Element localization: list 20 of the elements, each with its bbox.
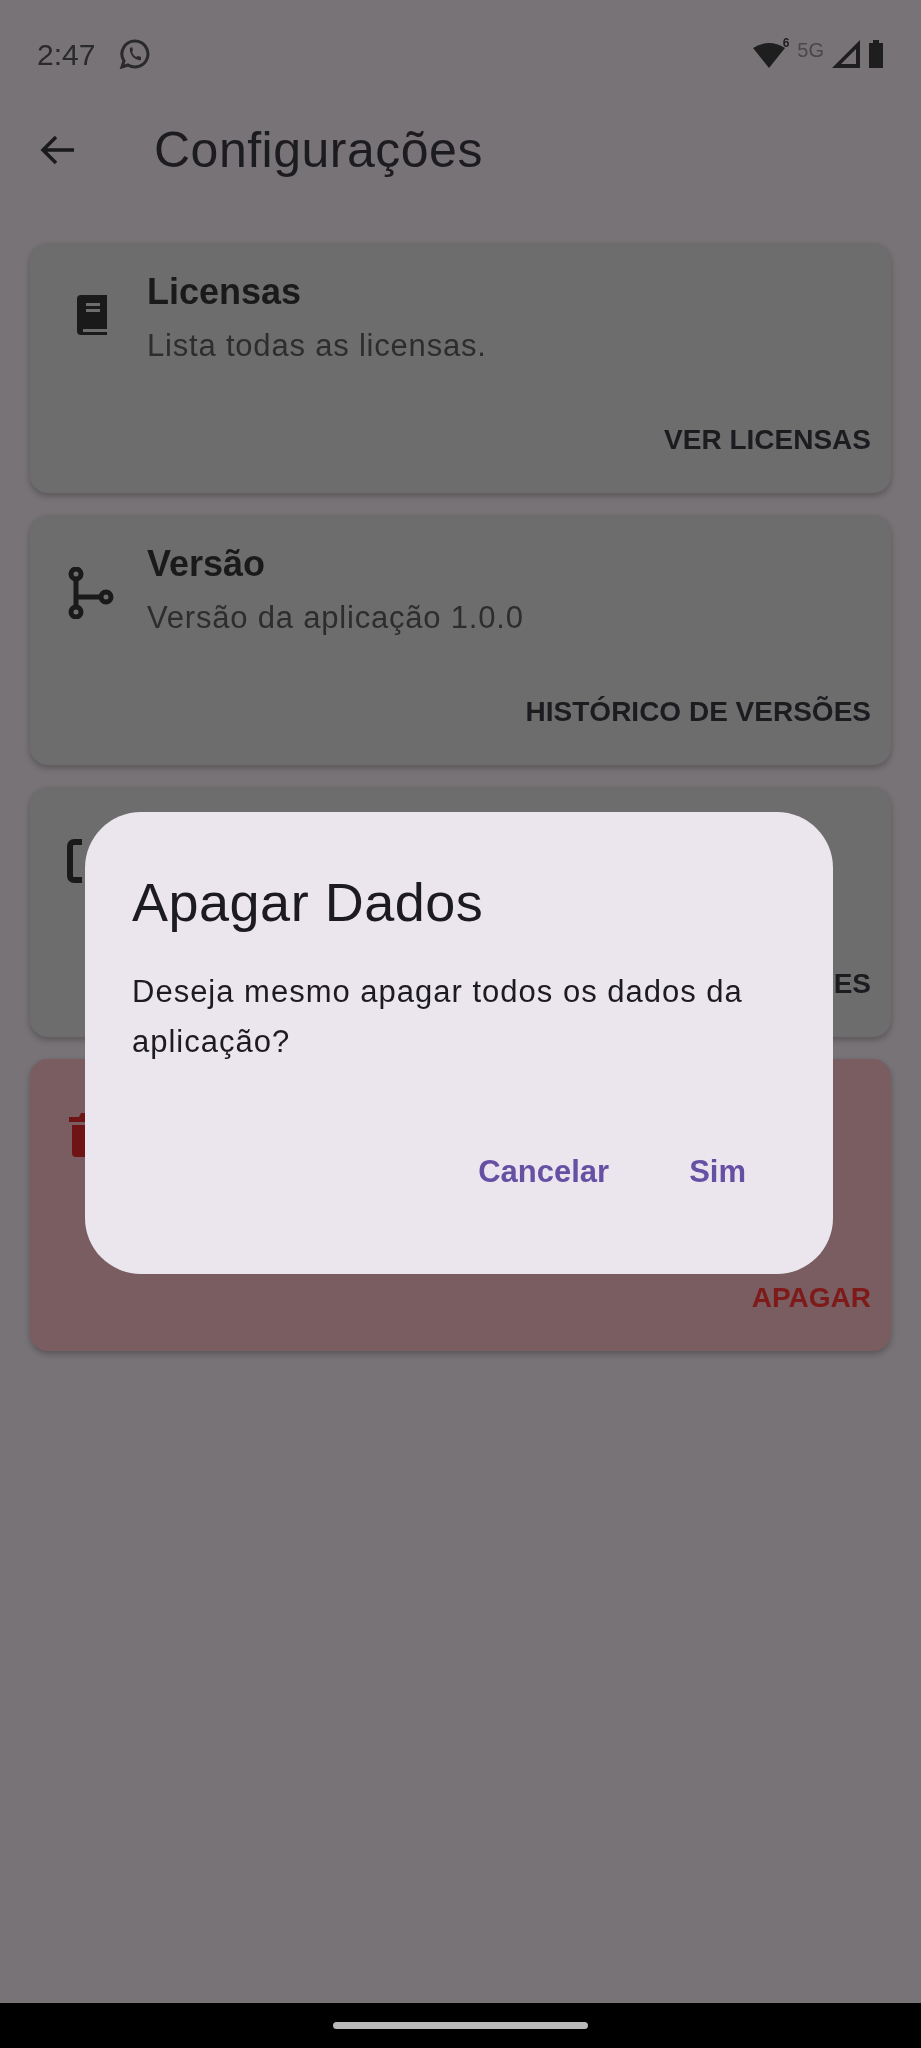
card-action-button[interactable]: APAGAR — [751, 1277, 871, 1319]
dialog-message: Deseja mesmo apagar todos os dados da aplicação? — [132, 973, 744, 1061]
card-subtitle: Lista todas as licensas. — [147, 327, 487, 365]
signal-icon — [832, 40, 860, 68]
back-arrow-icon[interactable] — [40, 134, 76, 166]
card-action-button[interactable]: VER LICENSAS — [664, 419, 871, 461]
card-subtitle: Versão da aplicação 1.0.0 — [147, 599, 524, 637]
battery-icon — [868, 40, 884, 68]
dialog-action-button[interactable]: Sim — [689, 1148, 746, 1195]
page-title: Configurações — [154, 120, 483, 180]
dialog-action-button[interactable]: Cancelar — [478, 1148, 610, 1195]
card-title: Versão — [147, 542, 267, 586]
chat-app-icon — [119, 38, 152, 70]
dialog-title: Apagar Dados — [132, 871, 485, 934]
status-time: 2:47 — [37, 36, 96, 73]
card-title: Licensas — [147, 270, 303, 314]
card-action-button[interactable]: HISTÓRICO DE VERSÕES — [525, 691, 871, 733]
wifi-standard-label: 6 — [782, 35, 790, 52]
card-action-button[interactable]: ES — [833, 963, 871, 1005]
branch-icon — [68, 567, 114, 619]
